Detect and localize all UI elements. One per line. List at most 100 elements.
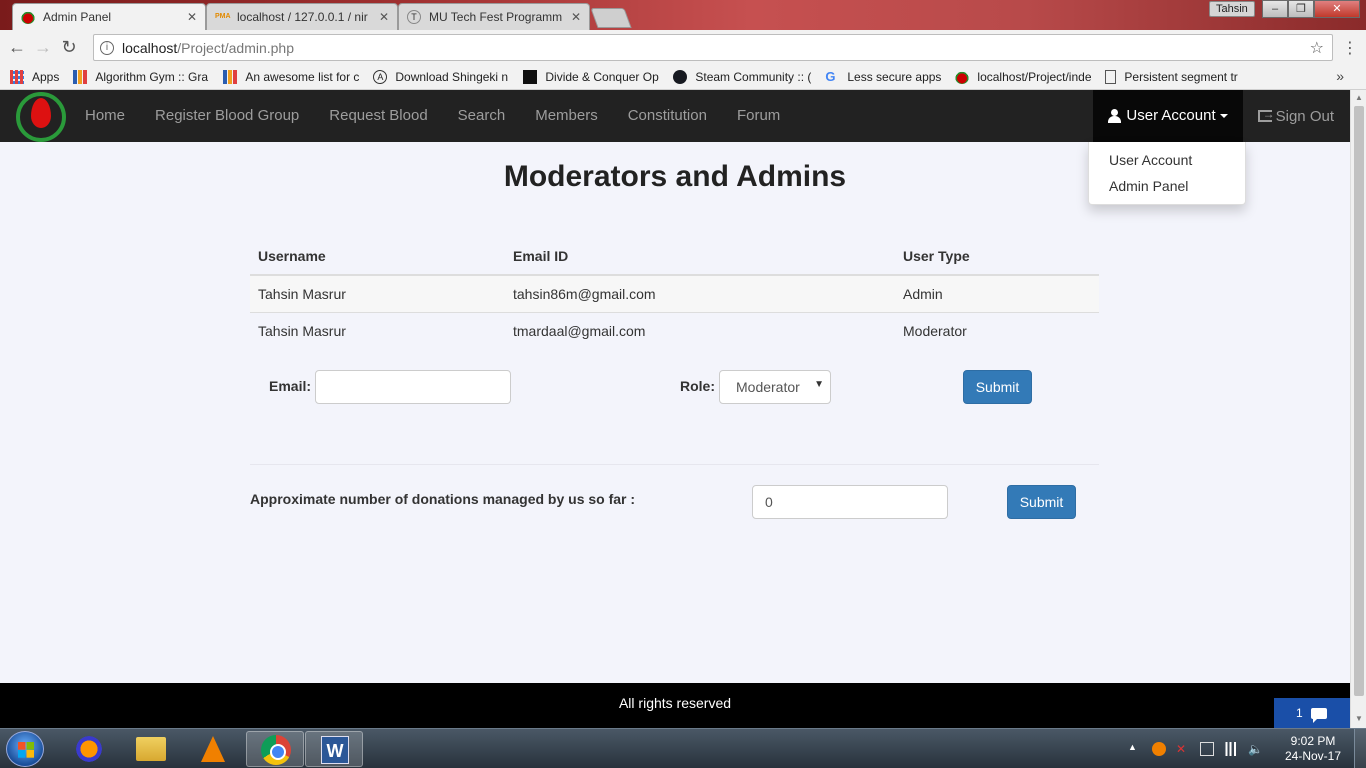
taskbar-chrome[interactable]	[246, 731, 304, 767]
clock-date: 24-Nov-17	[1284, 749, 1342, 763]
nav-home[interactable]: Home	[70, 90, 140, 142]
bookmark-label: Algorithm Gym :: Gra	[95, 69, 209, 84]
signal-icon[interactable]	[1224, 742, 1238, 756]
role-submit-button[interactable]: Submit	[963, 370, 1032, 404]
tab-title: localhost / 127.0.0.1 / nir	[237, 10, 368, 24]
bookmarks-bar: Apps Algorithm Gym :: Gra An awesome lis…	[0, 64, 1366, 90]
bookmark-item[interactable]: G Less secure apps	[825, 70, 941, 84]
cell-user-type: Admin	[895, 274, 1099, 312]
donations-label: Approximate number of donations managed …	[250, 491, 636, 507]
browser-toolbar: ← → ↻ i localhost/Project/admin.php ☆ ⋮	[0, 30, 1366, 64]
reload-icon[interactable]: ↻	[56, 37, 82, 58]
nav-register-blood-group[interactable]: Register Blood Group	[140, 90, 314, 142]
table-row: Tahsin Masrur tmardaal@gmail.com Moderat…	[250, 311, 1099, 349]
taskbar-vlc[interactable]	[184, 731, 242, 767]
minimize-icon[interactable]: –	[1262, 0, 1288, 18]
info-icon[interactable]: i	[100, 40, 114, 55]
caret-down-icon	[1219, 114, 1228, 118]
close-icon[interactable]: ✕	[571, 10, 581, 24]
bookmark-label: Download Shingeki n	[395, 69, 509, 84]
sign-out-link[interactable]: Sign Out	[1243, 107, 1350, 125]
start-button-icon[interactable]	[6, 731, 44, 767]
clock-time: 9:02 PM	[1290, 734, 1336, 748]
site-logo[interactable]	[14, 90, 68, 142]
restore-icon[interactable]: ❐	[1288, 0, 1314, 18]
more-bookmarks-icon[interactable]: »	[1336, 68, 1344, 84]
window-close-icon[interactable]: ✕	[1314, 0, 1360, 18]
scroll-down-icon[interactable]: ▼	[1355, 714, 1363, 723]
vlc-icon	[201, 736, 225, 762]
bookmark-item[interactable]: Algorithm Gym :: Gra	[73, 69, 209, 84]
menu-dots-icon[interactable]: ⋮	[1342, 38, 1358, 58]
role-label: Role:	[680, 378, 715, 394]
admins-table: Username Email ID User Type Tahsin Masru…	[250, 237, 1099, 349]
bookmark-item[interactable]: Steam Community :: (	[673, 69, 812, 84]
forward-arrow-icon[interactable]: →	[30, 37, 56, 58]
sign-out-label: Sign Out	[1275, 107, 1334, 125]
address-bar[interactable]: i localhost/Project/admin.php ☆	[93, 34, 1333, 61]
bookmark-item[interactable]: localhost/Project/inde	[955, 69, 1092, 84]
tab-admin-panel[interactable]: Admin Panel ✕	[12, 3, 206, 30]
bookmark-item[interactable]: A Download Shingeki n	[373, 69, 509, 84]
scroll-up-icon[interactable]: ▲	[1355, 93, 1363, 102]
chat-bubble-icon	[1310, 707, 1327, 723]
back-arrow-icon[interactable]: ←	[4, 37, 30, 58]
profile-badge[interactable]: Tahsin	[1209, 1, 1255, 17]
bookmark-label: localhost/Project/inde	[977, 69, 1092, 84]
tab-mu-tech-fest[interactable]: T MU Tech Fest Programm ✕	[398, 3, 590, 30]
blood-drop-logo-icon	[31, 98, 51, 128]
user-account-dropdown[interactable]: User Account	[1093, 90, 1243, 142]
blood-drop-icon	[955, 69, 970, 84]
chat-count: 1	[1296, 706, 1303, 720]
bookmark-item[interactable]: Divide & Conquer Op	[523, 69, 659, 84]
email-label: Email:	[269, 378, 312, 394]
tab-phpmyadmin[interactable]: PMA localhost / 127.0.0.1 / nir ✕	[206, 3, 398, 30]
table-header-row: Username Email ID User Type	[250, 237, 1099, 276]
taskbar-clock[interactable]: 9:02 PM 24-Nov-17	[1278, 734, 1348, 764]
show-desktop-button[interactable]	[1354, 729, 1366, 768]
table-row: Tahsin Masrur tahsin86m@gmail.com Admin	[250, 274, 1099, 312]
blood-drop-favicon-icon	[21, 10, 35, 24]
network-error-icon[interactable]: ✕	[1176, 742, 1190, 756]
nav-request-blood[interactable]: Request Blood	[314, 90, 442, 142]
bookmark-star-icon[interactable]: ☆	[1310, 38, 1324, 58]
email-field[interactable]	[315, 370, 511, 404]
bookmark-item[interactable]: An awesome list for c	[223, 69, 359, 84]
windows-taskbar: W ▲ ✕ 🔈 9:02 PM 24-Nov-17	[0, 728, 1366, 768]
bookmark-label: Steam Community :: (	[695, 69, 812, 84]
tray-expand-icon[interactable]: ▲	[1128, 742, 1142, 756]
cell-email: tmardaal@gmail.com	[505, 311, 895, 349]
close-icon[interactable]: ✕	[187, 10, 197, 24]
bar-chart-icon	[223, 69, 238, 84]
navbar-right: User Account Sign Out	[1093, 90, 1350, 142]
column-header-username: Username	[250, 237, 505, 276]
volume-icon[interactable]: 🔈	[1248, 742, 1263, 756]
chat-widget[interactable]: 1	[1274, 698, 1350, 728]
role-selected-value: Moderator	[736, 379, 800, 395]
site-navbar: Home Register Blood Group Request Blood …	[0, 90, 1350, 142]
nav-constitution[interactable]: Constitution	[613, 90, 722, 142]
apps-grid-icon	[10, 69, 24, 84]
taskbar-word[interactable]: W	[305, 731, 363, 767]
taskbar-file-explorer[interactable]	[122, 731, 180, 767]
tab-title: MU Tech Fest Programm	[429, 10, 563, 24]
nav-members[interactable]: Members	[520, 90, 613, 142]
donations-submit-button[interactable]: Submit	[1007, 485, 1076, 519]
close-icon[interactable]: ✕	[379, 10, 389, 24]
nav-search[interactable]: Search	[443, 90, 521, 142]
role-select[interactable]: Moderator ▼	[719, 370, 831, 404]
url-path: /Project/admin.php	[177, 39, 294, 56]
nav-forum[interactable]: Forum	[722, 90, 795, 142]
usb-icon[interactable]	[1200, 742, 1214, 756]
new-tab-button[interactable]	[590, 8, 632, 28]
chrome-icon	[261, 735, 291, 765]
bookmark-apps[interactable]: Apps	[10, 69, 60, 84]
page-scrollbar[interactable]: ▲ ▼	[1350, 90, 1366, 728]
avast-icon[interactable]	[1152, 742, 1166, 756]
tab-title: Admin Panel	[43, 10, 112, 24]
taskbar-firefox[interactable]	[60, 731, 118, 767]
bookmark-item[interactable]: Persistent segment tr	[1105, 69, 1241, 84]
bookmark-label: Apps	[32, 69, 60, 84]
scrollbar-thumb[interactable]	[1354, 106, 1364, 696]
donations-count-field[interactable]	[752, 485, 948, 519]
